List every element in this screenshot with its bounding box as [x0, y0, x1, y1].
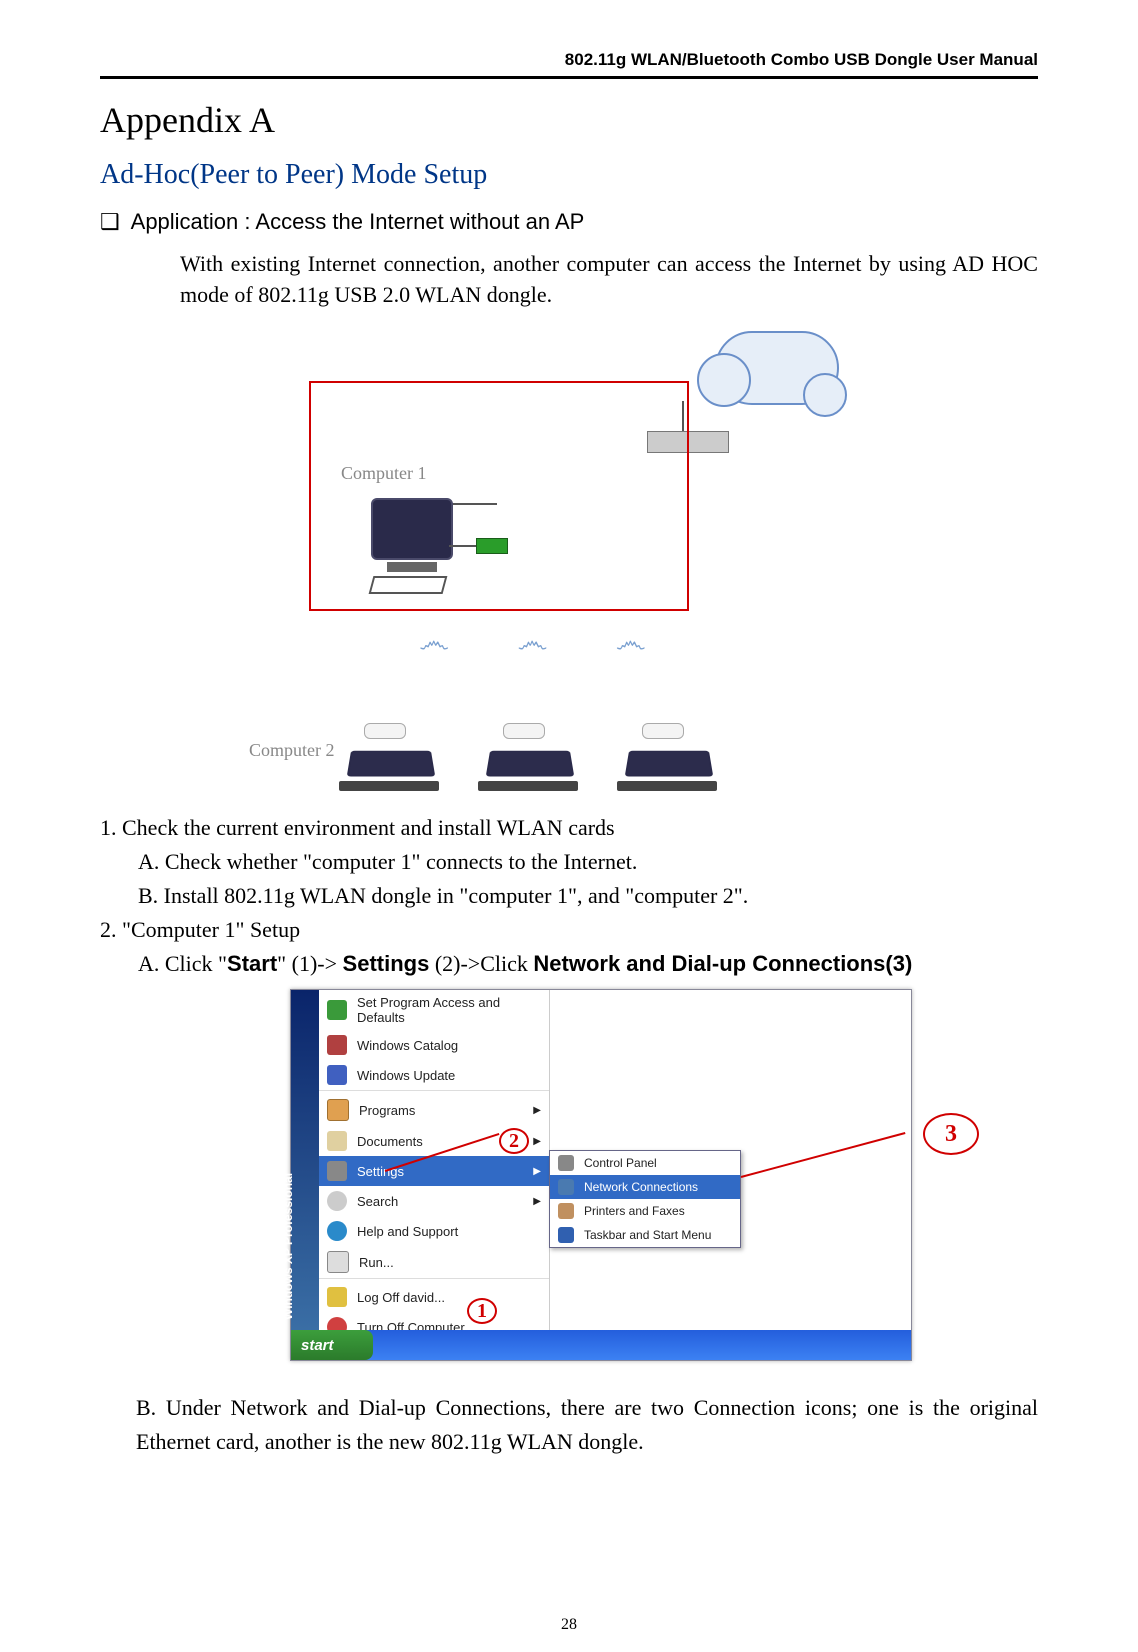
step-1a: A. Check whether "computer 1" connects t… [138, 845, 1038, 879]
submenu-printers[interactable]: Printers and Faxes [550, 1199, 740, 1223]
start-menu-items: Set Program Access and Defaults Windows … [319, 990, 550, 1330]
arrow-icon: ▶ [533, 1166, 541, 1177]
menu-item-search[interactable]: Search ▶ [319, 1186, 549, 1216]
item-label: Search [357, 1194, 398, 1209]
item-label: Set Program Access and Defaults [357, 995, 541, 1025]
submenu-taskbar[interactable]: Taskbar and Start Menu [550, 1223, 740, 1247]
step-2a: A. Click "Start" (1)-> Settings (2)->Cli… [138, 947, 1038, 981]
section-subtitle: Ad-Hoc(Peer to Peer) Mode Setup [100, 159, 1038, 191]
callout-3: 3 [923, 1113, 979, 1155]
update-icon [327, 1065, 347, 1085]
menu-item-programs[interactable]: Programs ▶ [319, 1090, 549, 1126]
run-icon [327, 1251, 349, 1273]
laptop-icon [349, 743, 433, 791]
step2a-mid1: " (1)-> [277, 951, 342, 976]
taskbar [291, 1330, 911, 1360]
programs-icon [327, 1099, 349, 1121]
arrow-icon: ▶ [533, 1105, 541, 1116]
start-menu-strip: Windows XP Professional [291, 990, 319, 1330]
start-menu-screenshot: Windows XP Professional Set Program Acce… [290, 989, 912, 1361]
square-bullet-icon: ❑ [100, 209, 120, 234]
windows-xp-label: Windows XP Professional [281, 1173, 295, 1320]
document-header: 802.11g WLAN/Bluetooth Combo USB Dongle … [100, 50, 1038, 76]
item-label: Control Panel [584, 1156, 657, 1170]
item-label: Printers and Faxes [584, 1204, 685, 1218]
menu-item-help[interactable]: Help and Support [319, 1216, 549, 1246]
printer-icon [558, 1203, 574, 1219]
callout-2: 2 [499, 1128, 529, 1154]
step-1b: B. Install 802.11g WLAN dongle in "compu… [138, 879, 1038, 913]
settings-bold: Settings [343, 951, 430, 976]
menu-item-set-program-access[interactable]: Set Program Access and Defaults [319, 990, 549, 1030]
laptop-row [349, 743, 711, 791]
header-rule [100, 76, 1038, 79]
menu-item-logoff[interactable]: Log Off david... [319, 1278, 549, 1312]
submenu-network-connections[interactable]: Network Connections [550, 1175, 740, 1199]
desktop-pc-icon [371, 498, 453, 594]
menu-item-windows-update[interactable]: Windows Update [319, 1060, 549, 1090]
network-bold: Network and Dial-up Connections(3) [533, 951, 912, 976]
start-button[interactable]: start [291, 1330, 373, 1360]
cloud-icon [715, 331, 839, 405]
callout-1: 1 [467, 1298, 497, 1324]
item-label: Run... [359, 1255, 394, 1270]
search-icon [327, 1191, 347, 1211]
arrow-icon: ▶ [533, 1136, 541, 1147]
diagram-highlight-box: Computer 1 [309, 381, 689, 611]
wireless-waves-icon: ෴ ෴ ෴ [419, 623, 676, 661]
step-1: 1. Check the current environment and ins… [100, 811, 1038, 845]
item-label: Help and Support [357, 1224, 458, 1239]
start-bold: Start [227, 951, 277, 976]
laptop-icon [627, 743, 711, 791]
catalog-icon [327, 1035, 347, 1055]
settings-submenu: Control Panel Network Connections Printe… [549, 1150, 741, 1248]
settings-icon [327, 1161, 347, 1181]
submenu-control-panel[interactable]: Control Panel [550, 1151, 740, 1175]
network-icon [558, 1179, 574, 1195]
documents-icon [327, 1131, 347, 1151]
step-2: 2. "Computer 1" Setup [100, 913, 1038, 947]
menu-item-run[interactable]: Run... [319, 1246, 549, 1278]
intro-paragraph: With existing Internet connection, anoth… [180, 249, 1038, 311]
bullet-application: ❑ Application : Access the Internet with… [100, 209, 1038, 235]
menu-item-settings[interactable]: Settings▶ [319, 1156, 549, 1186]
laptop-icon [488, 743, 572, 791]
item-label: Windows Update [357, 1068, 455, 1083]
arrow-icon: ▶ [533, 1196, 541, 1207]
appendix-title: Appendix A [100, 99, 1038, 141]
usb-dongle-icon [476, 538, 508, 554]
item-label: Taskbar and Start Menu [584, 1228, 711, 1242]
diagram-line [449, 545, 477, 547]
menu-item-windows-catalog[interactable]: Windows Catalog [319, 1030, 549, 1060]
logoff-icon [327, 1287, 347, 1307]
computer1-label: Computer 1 [341, 463, 427, 484]
step-2b: B. Under Network and Dial-up Connections… [136, 1391, 1038, 1459]
item-label: Network Connections [584, 1180, 698, 1194]
item-label: Programs [359, 1103, 415, 1118]
step2a-mid2: (2)->Click [429, 951, 533, 976]
control-panel-icon [558, 1155, 574, 1171]
help-icon [327, 1221, 347, 1241]
page-number: 28 [0, 1616, 1138, 1634]
computer2-label: Computer 2 [249, 740, 335, 761]
step2a-pre: A. Click " [138, 951, 227, 976]
bullet-text: Application : Access the Internet withou… [131, 209, 585, 234]
instruction-list: 1. Check the current environment and ins… [100, 811, 1038, 981]
network-diagram: Computer 1 ෴ ෴ ෴ Computer 2 [299, 331, 839, 791]
item-label: Documents [357, 1134, 423, 1149]
taskbar-icon [558, 1227, 574, 1243]
callout-line-3 [741, 1132, 906, 1178]
item-label: Windows Catalog [357, 1038, 458, 1053]
item-label: Log Off david... [357, 1290, 445, 1305]
program-access-icon [327, 1000, 347, 1020]
